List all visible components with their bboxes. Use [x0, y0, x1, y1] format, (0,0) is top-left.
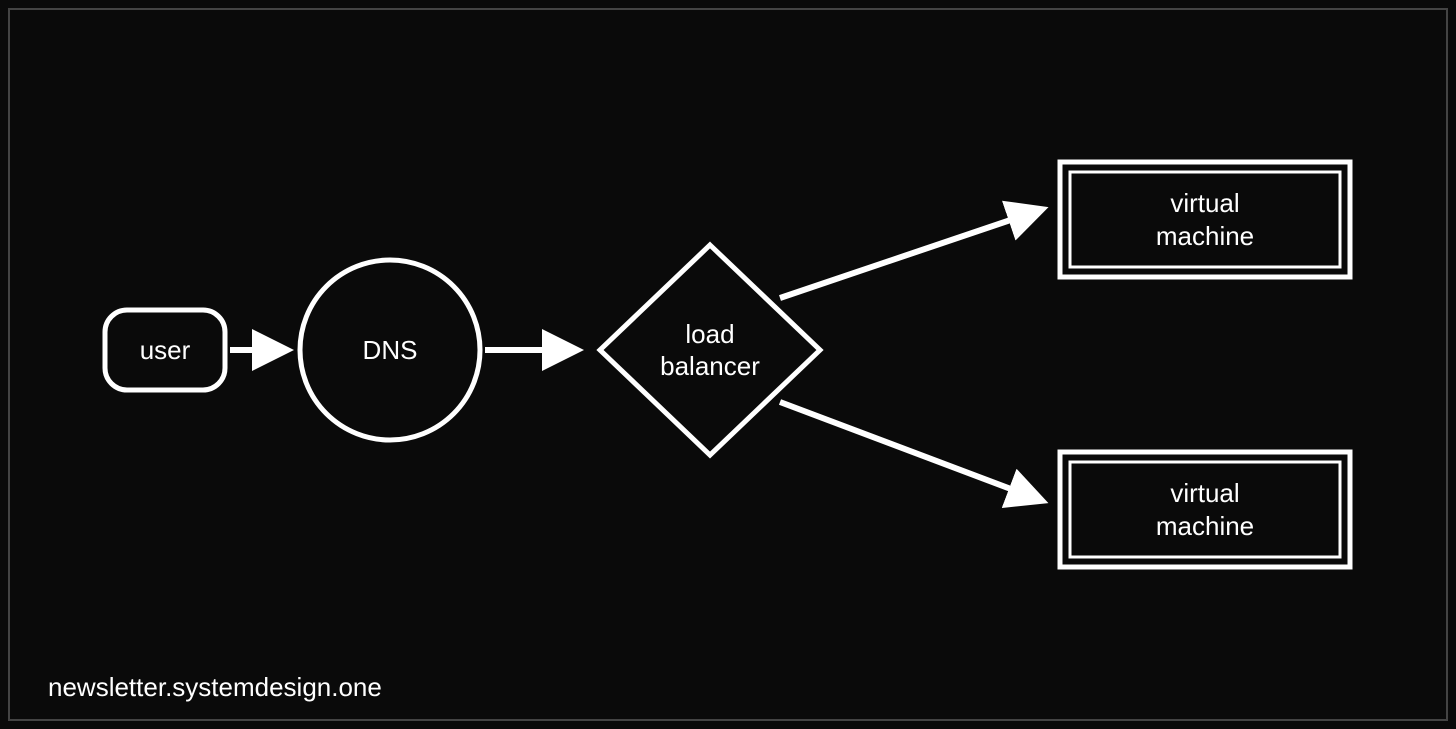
arrow-lb-to-vm-bottom: [780, 402, 1040, 500]
arrow-lb-to-vm-top: [780, 210, 1040, 298]
dns-node: [300, 260, 480, 440]
diagram-frame: user DNS load balancer virtual machine v…: [8, 8, 1448, 721]
vm-top-node: [1060, 162, 1350, 277]
user-node: [105, 310, 225, 390]
diagram-svg: [10, 10, 1450, 723]
vm-bottom-node: [1060, 452, 1350, 567]
load-balancer-node: [600, 245, 820, 455]
source-caption: newsletter.systemdesign.one: [48, 672, 382, 703]
